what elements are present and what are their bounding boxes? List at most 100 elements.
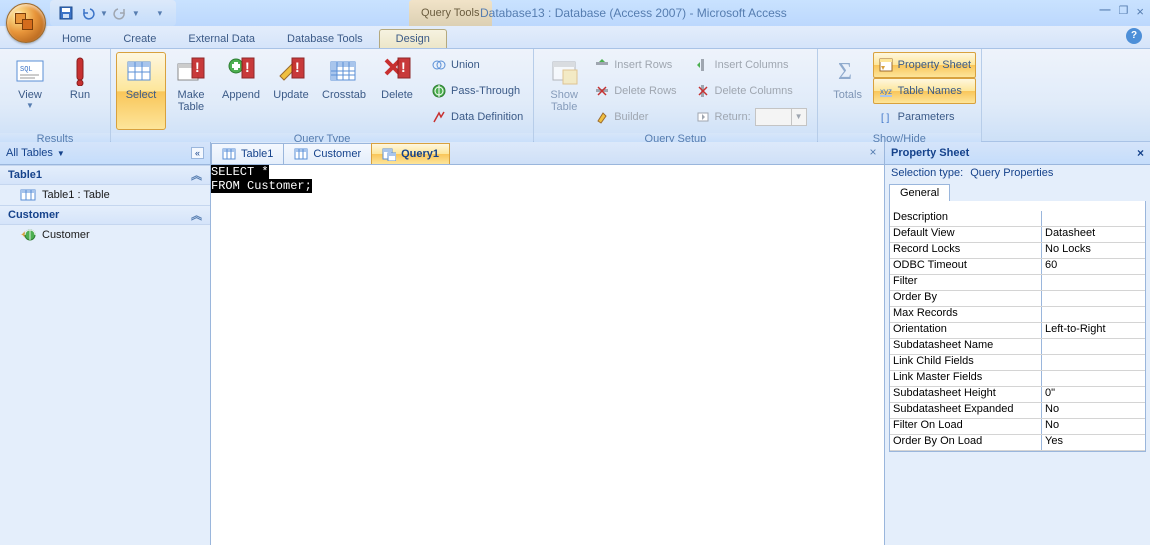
data-definition-button[interactable]: Data Definition <box>426 104 528 130</box>
property-value[interactable] <box>1042 355 1145 370</box>
svg-text:Σ: Σ <box>838 59 852 85</box>
close-button[interactable]: × <box>1136 4 1144 19</box>
property-row[interactable]: ODBC Timeout60 <box>890 259 1145 275</box>
property-value[interactable] <box>1042 291 1145 306</box>
svg-text:xyz: xyz <box>880 87 892 96</box>
ribbon: SQL View ▼ Run Results Select ! Make Tab… <box>0 49 1150 142</box>
document-tab-label: Query1 <box>401 148 439 160</box>
property-value[interactable] <box>1042 339 1145 354</box>
update-button[interactable]: ! Update <box>266 52 316 130</box>
select-button[interactable]: Select <box>116 52 166 130</box>
pass-through-button[interactable]: Pass-Through <box>426 78 528 104</box>
property-value[interactable]: No <box>1042 419 1145 434</box>
office-button[interactable] <box>6 3 46 43</box>
property-tab-general[interactable]: General <box>889 184 950 201</box>
delete-rows-button[interactable]: Delete Rows <box>589 78 681 104</box>
nav-pane-header[interactable]: All Tables ▼ « <box>0 142 210 165</box>
union-button[interactable]: Union <box>426 52 528 78</box>
tab-external-data[interactable]: External Data <box>172 30 271 48</box>
table-names-toggle[interactable]: xyzTable Names <box>873 78 976 104</box>
tab-database-tools[interactable]: Database Tools <box>271 30 379 48</box>
property-row[interactable]: Order By <box>890 291 1145 307</box>
property-value[interactable]: Left-to-Right <box>1042 323 1145 338</box>
customize-qat-icon[interactable]: ▾ <box>150 3 170 23</box>
property-row[interactable]: Filter <box>890 275 1145 291</box>
delete-columns-button[interactable]: Delete Columns <box>690 78 812 104</box>
property-row[interactable]: Filter On LoadNo <box>890 419 1145 435</box>
property-name: Max Records <box>890 307 1042 322</box>
nav-group-header[interactable]: Table1︽ <box>0 165 210 185</box>
totals-button[interactable]: Σ Totals <box>823 52 873 130</box>
minimize-button[interactable]: — <box>1100 4 1111 19</box>
property-row[interactable]: OrientationLeft-to-Right <box>890 323 1145 339</box>
ribbon-group-query-type: Select ! Make Table ! Append ! Update Cr… <box>111 49 534 141</box>
property-value[interactable] <box>1042 307 1145 322</box>
nav-group-header[interactable]: Customer︽ <box>0 205 210 225</box>
nav-item[interactable]: Table1 : Table <box>0 185 210 205</box>
property-row[interactable]: Max Records <box>890 307 1145 323</box>
property-value[interactable]: 60 <box>1042 259 1145 274</box>
nav-item-label: Table1 : Table <box>42 189 110 201</box>
property-value[interactable] <box>1042 371 1145 386</box>
ribbon-group-show-hide: Σ Totals Property Sheet xyzTable Names [… <box>818 49 982 141</box>
tab-home[interactable]: Home <box>46 30 107 48</box>
parameters-button[interactable]: [ ]Parameters <box>873 104 976 130</box>
property-name: Order By <box>890 291 1042 306</box>
show-table-button[interactable]: Show Table <box>539 52 589 130</box>
property-value[interactable]: Datasheet <box>1042 227 1145 242</box>
insert-rows-button[interactable]: Insert Rows <box>589 52 681 78</box>
append-icon: ! <box>225 55 257 87</box>
save-icon[interactable] <box>56 3 76 23</box>
property-row[interactable]: Subdatasheet ExpandedNo <box>890 403 1145 419</box>
run-button[interactable]: Run <box>55 52 105 130</box>
update-icon: ! <box>275 55 307 87</box>
document-tab[interactable]: Table1 <box>211 143 284 164</box>
crosstab-button[interactable]: Crosstab <box>316 52 372 130</box>
close-tab-icon[interactable]: × <box>866 145 880 159</box>
property-tabs: General <box>885 181 1150 201</box>
property-value[interactable] <box>1042 211 1145 226</box>
maximize-button[interactable]: ❐ <box>1119 4 1129 19</box>
undo-icon[interactable] <box>78 3 98 23</box>
insert-columns-button[interactable]: Insert Columns <box>690 52 812 78</box>
property-value[interactable]: No <box>1042 403 1145 418</box>
property-row[interactable]: Description <box>890 211 1145 227</box>
document-tab[interactable]: Query1 <box>371 143 450 164</box>
nav-collapse-icon[interactable]: « <box>191 147 204 159</box>
tab-create[interactable]: Create <box>107 30 172 48</box>
builder-button[interactable]: Builder <box>589 104 681 130</box>
property-row[interactable]: Record LocksNo Locks <box>890 243 1145 259</box>
nav-item[interactable]: ✦Customer <box>0 225 210 245</box>
make-table-button[interactable]: ! Make Table <box>166 52 216 130</box>
property-row[interactable]: Subdatasheet Name <box>890 339 1145 355</box>
svg-text:!: ! <box>245 59 250 75</box>
sql-view[interactable]: SELECT * FROM Customer; <box>211 165 884 545</box>
property-row[interactable]: Subdatasheet Height0" <box>890 387 1145 403</box>
nav-item-label: Customer <box>42 229 90 241</box>
view-button[interactable]: SQL View ▼ <box>5 52 55 130</box>
document-tab[interactable]: Customer <box>283 143 372 164</box>
property-row[interactable]: Default ViewDatasheet <box>890 227 1145 243</box>
tab-design[interactable]: Design <box>379 29 447 48</box>
delete-button[interactable]: ! Delete <box>372 52 422 130</box>
help-icon[interactable]: ? <box>1126 28 1142 44</box>
property-value[interactable] <box>1042 275 1145 290</box>
show-table-icon <box>548 55 580 87</box>
property-row[interactable]: Link Master Fields <box>890 371 1145 387</box>
property-sheet-label: Property Sheet <box>898 59 971 71</box>
return-combo[interactable]: Return:▼ <box>690 104 812 130</box>
append-button[interactable]: ! Append <box>216 52 266 130</box>
property-name: Subdatasheet Expanded <box>890 403 1042 418</box>
property-name: Filter <box>890 275 1042 290</box>
sql-view-icon: SQL <box>14 55 46 87</box>
property-value[interactable]: Yes <box>1042 435 1145 450</box>
property-row[interactable]: Link Child Fields <box>890 355 1145 371</box>
property-sheet-close-icon[interactable]: × <box>1137 146 1144 160</box>
property-value[interactable]: 0" <box>1042 387 1145 402</box>
redo-icon[interactable] <box>110 3 130 23</box>
property-sheet-toggle[interactable]: Property Sheet <box>873 52 976 78</box>
document-tabs: Table1Customer Query1 × <box>211 142 884 165</box>
property-name: Filter On Load <box>890 419 1042 434</box>
property-row[interactable]: Order By On LoadYes <box>890 435 1145 451</box>
property-value[interactable]: No Locks <box>1042 243 1145 258</box>
